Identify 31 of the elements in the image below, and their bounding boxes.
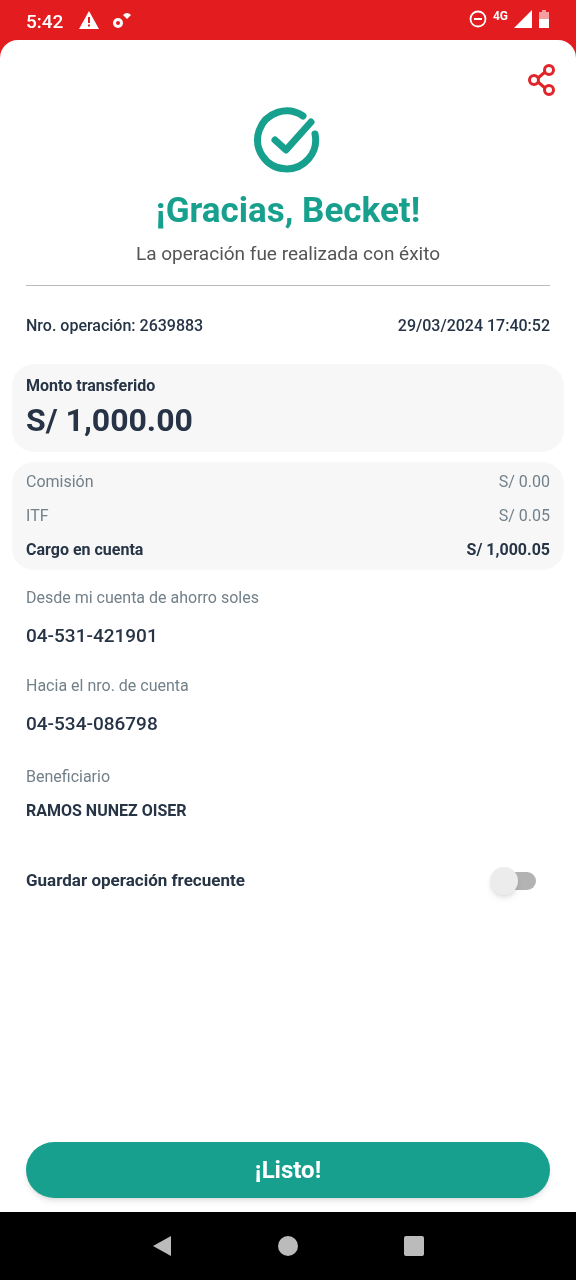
network-type: 4G	[492, 8, 508, 25]
status-time: 5:42	[26, 9, 64, 35]
save-frequent-label: Guardar operación frecuente	[26, 868, 245, 892]
operation-number: Nro. operación: 2639883	[26, 314, 204, 337]
detail-value: RAMOS NUNEZ OISER	[26, 799, 188, 822]
detail-label: Hacia el nro. de cuenta	[26, 675, 190, 697]
charge-label: Comisión	[26, 470, 94, 493]
thank-you-title: ¡Gracias, Becket!	[154, 190, 422, 232]
amount-label: Monto transferido	[26, 374, 157, 397]
detail-value: 04-534-086798	[26, 711, 159, 737]
detail-value: 04-531-421901	[26, 622, 159, 649]
battery-icon	[538, 10, 550, 28]
share-icon[interactable]	[528, 64, 556, 96]
do-not-disturb-icon	[468, 10, 487, 28]
back-icon[interactable]	[151, 1235, 173, 1257]
success-message: La operación fue realizada con éxito	[134, 241, 442, 267]
charge-label: Cargo en cuenta	[26, 538, 144, 561]
charge-value: S/ 0.05	[498, 504, 550, 527]
detail-label: Beneficiario	[26, 765, 112, 788]
recents-icon[interactable]	[403, 1235, 425, 1257]
charge-label: ITF	[26, 504, 49, 527]
done-button[interactable]: ¡Listo!	[26, 1142, 550, 1198]
save-frequent-toggle[interactable]	[490, 866, 538, 895]
detail-label: Desde mi cuenta de ahorro soles	[26, 586, 260, 609]
charge-value: S/ 1,000.05	[466, 538, 550, 561]
home-icon[interactable]	[277, 1235, 299, 1257]
warning-icon	[79, 11, 100, 29]
signal-icon	[514, 10, 532, 28]
charge-value: S/ 0.00	[498, 470, 550, 493]
amount-value: S/ 1,000.00	[26, 399, 194, 441]
operation-datetime: 29/03/2024 17:40:52	[397, 314, 550, 337]
